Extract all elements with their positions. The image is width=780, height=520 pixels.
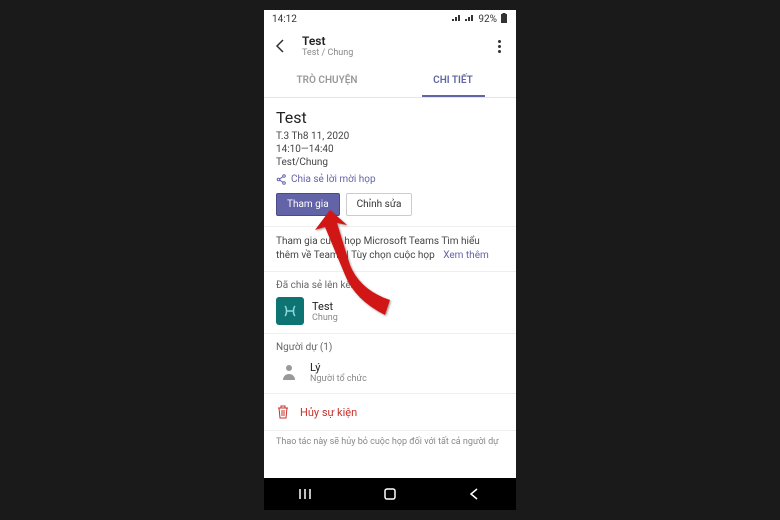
attendee-role: Người tổ chức <box>310 374 367 384</box>
header-subtitle: Test / Chung <box>302 48 490 58</box>
cancel-label: Hủy sự kiện <box>300 406 357 419</box>
recent-apps-button[interactable] <box>297 485 315 503</box>
meeting-time: 14:10—14:40 <box>276 144 504 155</box>
channel-avatar-icon <box>276 297 304 325</box>
edit-button[interactable]: Chỉnh sửa <box>346 193 413 216</box>
back-button[interactable] <box>272 37 290 55</box>
channel-item[interactable]: Test Chung <box>276 297 504 325</box>
tab-bar: TRÒ CHUYỆN CHI TIẾT <box>264 64 516 98</box>
button-row: Tham gia Chỉnh sửa <box>276 193 504 216</box>
trash-icon <box>276 404 290 420</box>
battery-icon <box>500 13 508 26</box>
see-more-link[interactable]: Xem thêm <box>443 250 489 261</box>
avatar-icon <box>276 359 302 385</box>
attendees-label: Người dự (1) <box>276 342 504 353</box>
phone-frame: 14:12 92% Test Test / Chung TRÒ CHUYỆN <box>264 10 516 510</box>
join-button[interactable]: Tham gia <box>276 193 340 216</box>
attendee-name: Lý <box>310 361 367 374</box>
meeting-description: Tham gia cuộc họp Microsoft Teams Tìm hi… <box>264 226 516 271</box>
app-header: Test Test / Chung <box>264 28 516 64</box>
android-navbar <box>264 478 516 510</box>
meeting-date: T.3 Th8 11, 2020 <box>276 131 504 142</box>
header-title: Test <box>302 34 490 48</box>
meeting-info: Test T.3 Th8 11, 2020 14:10—14:40 Test/C… <box>264 98 516 226</box>
home-button[interactable] <box>381 485 399 503</box>
tab-chat[interactable]: TRÒ CHUYỆN <box>264 64 390 97</box>
attendees-section: Người dự (1) Lý Người tổ chức <box>264 333 516 393</box>
content-area: Test T.3 Th8 11, 2020 14:10—14:40 Test/C… <box>264 98 516 478</box>
status-bar: 14:12 92% <box>264 10 516 28</box>
channel-text: Test Chung <box>312 300 338 323</box>
shared-channel-section: Đã chia sẻ lên kênh Test Chung <box>264 271 516 333</box>
share-icon <box>276 174 287 185</box>
share-label: Chia sẻ lời mời họp <box>291 174 376 185</box>
cancel-event-button[interactable]: Hủy sự kiện <box>264 393 516 430</box>
attendee-item[interactable]: Lý Người tổ chức <box>276 359 504 385</box>
tab-details[interactable]: CHI TIẾT <box>390 64 516 97</box>
shared-section-label: Đã chia sẻ lên kênh <box>276 280 504 291</box>
header-titles: Test Test / Chung <box>302 34 490 58</box>
meeting-channel: Test/Chung <box>276 157 504 168</box>
status-time: 14:12 <box>272 14 297 25</box>
channel-sub: Chung <box>312 313 338 323</box>
status-right: 92% <box>452 13 508 26</box>
channel-name: Test <box>312 300 338 313</box>
share-invite-link[interactable]: Chia sẻ lời mời họp <box>276 174 504 185</box>
wifi-icon <box>465 14 475 25</box>
signal-icon <box>452 14 462 25</box>
back-nav-button[interactable] <box>465 485 483 503</box>
more-menu-button[interactable] <box>490 40 508 53</box>
meeting-title: Test <box>276 108 504 127</box>
cancel-note: Thao tác này sẽ hủy bỏ cuộc họp đối với … <box>264 430 516 449</box>
battery-text: 92% <box>478 14 497 25</box>
attendee-text: Lý Người tổ chức <box>310 361 367 384</box>
